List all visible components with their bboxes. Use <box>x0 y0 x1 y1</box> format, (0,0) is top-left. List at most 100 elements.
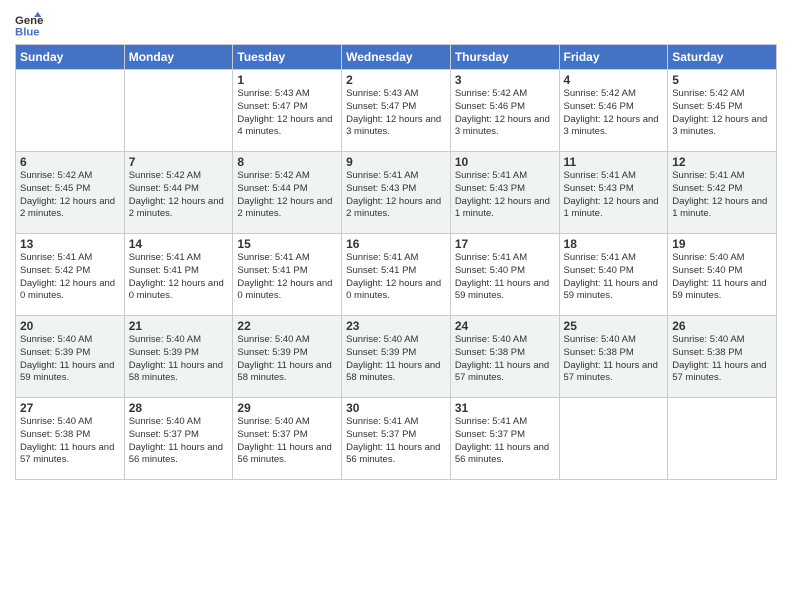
day-info: Sunrise: 5:40 AM Sunset: 5:37 PM Dayligh… <box>129 416 229 467</box>
logo-icon: General Blue <box>15 10 43 38</box>
calendar-cell: 16Sunrise: 5:41 AM Sunset: 5:41 PM Dayli… <box>342 234 451 316</box>
day-number: 1 <box>237 73 337 87</box>
day-number: 30 <box>346 401 446 415</box>
calendar-cell: 31Sunrise: 5:41 AM Sunset: 5:37 PM Dayli… <box>450 398 559 480</box>
calendar-cell: 15Sunrise: 5:41 AM Sunset: 5:41 PM Dayli… <box>233 234 342 316</box>
calendar-cell: 23Sunrise: 5:40 AM Sunset: 5:39 PM Dayli… <box>342 316 451 398</box>
calendar-cell: 24Sunrise: 5:40 AM Sunset: 5:38 PM Dayli… <box>450 316 559 398</box>
day-number: 20 <box>20 319 120 333</box>
logo: General Blue <box>15 10 107 38</box>
day-info: Sunrise: 5:41 AM Sunset: 5:42 PM Dayligh… <box>20 252 120 303</box>
day-number: 28 <box>129 401 229 415</box>
day-info: Sunrise: 5:41 AM Sunset: 5:41 PM Dayligh… <box>129 252 229 303</box>
weekday-header-monday: Monday <box>124 45 233 70</box>
weekday-header-friday: Friday <box>559 45 668 70</box>
day-number: 2 <box>346 73 446 87</box>
calendar-cell: 30Sunrise: 5:41 AM Sunset: 5:37 PM Dayli… <box>342 398 451 480</box>
calendar-cell: 25Sunrise: 5:40 AM Sunset: 5:38 PM Dayli… <box>559 316 668 398</box>
day-number: 6 <box>20 155 120 169</box>
page-header: General Blue <box>15 10 777 38</box>
day-number: 16 <box>346 237 446 251</box>
day-info: Sunrise: 5:42 AM Sunset: 5:45 PM Dayligh… <box>20 170 120 221</box>
calendar-cell: 12Sunrise: 5:41 AM Sunset: 5:42 PM Dayli… <box>668 152 777 234</box>
calendar-week-row: 1Sunrise: 5:43 AM Sunset: 5:47 PM Daylig… <box>16 70 777 152</box>
calendar-cell: 8Sunrise: 5:42 AM Sunset: 5:44 PM Daylig… <box>233 152 342 234</box>
day-number: 21 <box>129 319 229 333</box>
day-number: 24 <box>455 319 555 333</box>
day-info: Sunrise: 5:40 AM Sunset: 5:37 PM Dayligh… <box>237 416 337 467</box>
calendar-cell: 29Sunrise: 5:40 AM Sunset: 5:37 PM Dayli… <box>233 398 342 480</box>
weekday-header-row: SundayMondayTuesdayWednesdayThursdayFrid… <box>16 45 777 70</box>
calendar-cell: 7Sunrise: 5:42 AM Sunset: 5:44 PM Daylig… <box>124 152 233 234</box>
day-info: Sunrise: 5:40 AM Sunset: 5:39 PM Dayligh… <box>20 334 120 385</box>
day-number: 23 <box>346 319 446 333</box>
svg-text:Blue: Blue <box>15 26 40 38</box>
calendar-week-row: 13Sunrise: 5:41 AM Sunset: 5:42 PM Dayli… <box>16 234 777 316</box>
day-number: 27 <box>20 401 120 415</box>
day-number: 25 <box>564 319 664 333</box>
calendar-cell: 5Sunrise: 5:42 AM Sunset: 5:45 PM Daylig… <box>668 70 777 152</box>
calendar-week-row: 6Sunrise: 5:42 AM Sunset: 5:45 PM Daylig… <box>16 152 777 234</box>
calendar-cell: 18Sunrise: 5:41 AM Sunset: 5:40 PM Dayli… <box>559 234 668 316</box>
weekday-header-thursday: Thursday <box>450 45 559 70</box>
day-info: Sunrise: 5:42 AM Sunset: 5:46 PM Dayligh… <box>564 88 664 139</box>
calendar-week-row: 27Sunrise: 5:40 AM Sunset: 5:38 PM Dayli… <box>16 398 777 480</box>
day-info: Sunrise: 5:42 AM Sunset: 5:46 PM Dayligh… <box>455 88 555 139</box>
day-info: Sunrise: 5:40 AM Sunset: 5:38 PM Dayligh… <box>672 334 772 385</box>
day-info: Sunrise: 5:40 AM Sunset: 5:38 PM Dayligh… <box>564 334 664 385</box>
day-number: 17 <box>455 237 555 251</box>
day-info: Sunrise: 5:41 AM Sunset: 5:43 PM Dayligh… <box>455 170 555 221</box>
day-info: Sunrise: 5:42 AM Sunset: 5:44 PM Dayligh… <box>237 170 337 221</box>
day-info: Sunrise: 5:41 AM Sunset: 5:41 PM Dayligh… <box>346 252 446 303</box>
day-number: 26 <box>672 319 772 333</box>
day-number: 9 <box>346 155 446 169</box>
calendar-cell: 10Sunrise: 5:41 AM Sunset: 5:43 PM Dayli… <box>450 152 559 234</box>
day-number: 10 <box>455 155 555 169</box>
calendar-week-row: 20Sunrise: 5:40 AM Sunset: 5:39 PM Dayli… <box>16 316 777 398</box>
day-info: Sunrise: 5:41 AM Sunset: 5:37 PM Dayligh… <box>346 416 446 467</box>
day-info: Sunrise: 5:41 AM Sunset: 5:43 PM Dayligh… <box>346 170 446 221</box>
day-number: 12 <box>672 155 772 169</box>
day-info: Sunrise: 5:40 AM Sunset: 5:39 PM Dayligh… <box>237 334 337 385</box>
weekday-header-wednesday: Wednesday <box>342 45 451 70</box>
day-number: 13 <box>20 237 120 251</box>
weekday-header-saturday: Saturday <box>668 45 777 70</box>
calendar-cell: 28Sunrise: 5:40 AM Sunset: 5:37 PM Dayli… <box>124 398 233 480</box>
calendar-cell: 27Sunrise: 5:40 AM Sunset: 5:38 PM Dayli… <box>16 398 125 480</box>
day-number: 14 <box>129 237 229 251</box>
calendar-cell: 6Sunrise: 5:42 AM Sunset: 5:45 PM Daylig… <box>16 152 125 234</box>
calendar-cell <box>16 70 125 152</box>
calendar-cell: 26Sunrise: 5:40 AM Sunset: 5:38 PM Dayli… <box>668 316 777 398</box>
day-info: Sunrise: 5:41 AM Sunset: 5:37 PM Dayligh… <box>455 416 555 467</box>
day-number: 7 <box>129 155 229 169</box>
calendar-cell: 20Sunrise: 5:40 AM Sunset: 5:39 PM Dayli… <box>16 316 125 398</box>
day-info: Sunrise: 5:41 AM Sunset: 5:40 PM Dayligh… <box>455 252 555 303</box>
day-info: Sunrise: 5:41 AM Sunset: 5:43 PM Dayligh… <box>564 170 664 221</box>
calendar-cell <box>668 398 777 480</box>
day-info: Sunrise: 5:40 AM Sunset: 5:38 PM Dayligh… <box>455 334 555 385</box>
calendar-cell <box>559 398 668 480</box>
day-number: 11 <box>564 155 664 169</box>
day-number: 4 <box>564 73 664 87</box>
weekday-header-tuesday: Tuesday <box>233 45 342 70</box>
calendar-cell: 1Sunrise: 5:43 AM Sunset: 5:47 PM Daylig… <box>233 70 342 152</box>
calendar-cell: 22Sunrise: 5:40 AM Sunset: 5:39 PM Dayli… <box>233 316 342 398</box>
calendar-cell: 2Sunrise: 5:43 AM Sunset: 5:47 PM Daylig… <box>342 70 451 152</box>
day-info: Sunrise: 5:40 AM Sunset: 5:40 PM Dayligh… <box>672 252 772 303</box>
day-info: Sunrise: 5:41 AM Sunset: 5:40 PM Dayligh… <box>564 252 664 303</box>
day-number: 15 <box>237 237 337 251</box>
day-number: 8 <box>237 155 337 169</box>
day-number: 31 <box>455 401 555 415</box>
day-info: Sunrise: 5:40 AM Sunset: 5:38 PM Dayligh… <box>20 416 120 467</box>
calendar-cell: 14Sunrise: 5:41 AM Sunset: 5:41 PM Dayli… <box>124 234 233 316</box>
calendar-cell: 4Sunrise: 5:42 AM Sunset: 5:46 PM Daylig… <box>559 70 668 152</box>
day-info: Sunrise: 5:42 AM Sunset: 5:44 PM Dayligh… <box>129 170 229 221</box>
day-info: Sunrise: 5:41 AM Sunset: 5:41 PM Dayligh… <box>237 252 337 303</box>
day-info: Sunrise: 5:40 AM Sunset: 5:39 PM Dayligh… <box>346 334 446 385</box>
day-info: Sunrise: 5:42 AM Sunset: 5:45 PM Dayligh… <box>672 88 772 139</box>
day-info: Sunrise: 5:40 AM Sunset: 5:39 PM Dayligh… <box>129 334 229 385</box>
day-number: 22 <box>237 319 337 333</box>
day-info: Sunrise: 5:41 AM Sunset: 5:42 PM Dayligh… <box>672 170 772 221</box>
calendar-cell: 13Sunrise: 5:41 AM Sunset: 5:42 PM Dayli… <box>16 234 125 316</box>
calendar-cell: 17Sunrise: 5:41 AM Sunset: 5:40 PM Dayli… <box>450 234 559 316</box>
